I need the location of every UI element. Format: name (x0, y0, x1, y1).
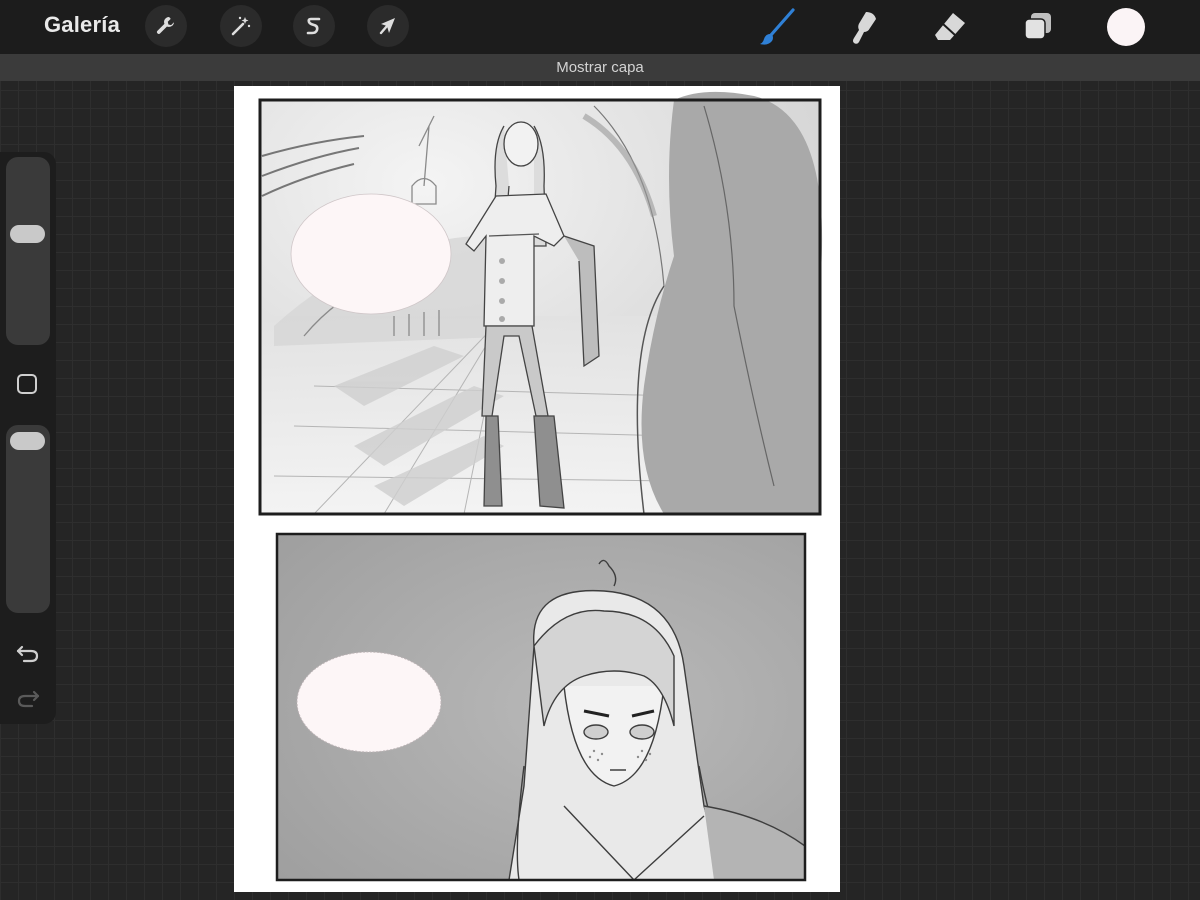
wrench-icon (156, 17, 174, 34)
opacity-thumb[interactable] (10, 432, 45, 450)
smudge-finger-icon (853, 12, 876, 44)
top-toolbar: Galería (0, 0, 1200, 54)
layers-button[interactable] (1016, 6, 1060, 48)
eraser-icon (935, 13, 965, 40)
transform-button[interactable] (367, 5, 409, 47)
drawing-canvas[interactable] (234, 86, 840, 892)
panel-bottom (275, 532, 807, 882)
layer-status-banner: Mostrar capa (0, 54, 1200, 81)
eraser-tool-button[interactable] (928, 6, 972, 48)
actions-button[interactable] (145, 5, 187, 47)
brush-size-thumb[interactable] (10, 225, 45, 243)
redo-arrow-icon (17, 690, 40, 708)
smudge-tool-button[interactable] (842, 6, 886, 48)
brush-tool-button[interactable] (755, 6, 799, 48)
panel-top (258, 91, 823, 516)
procreate-app: Galería Mostrar capa (0, 0, 1200, 900)
selection-s-icon (306, 17, 321, 35)
redo-button[interactable] (14, 686, 42, 710)
layers-icon (1024, 13, 1051, 40)
modify-button[interactable] (17, 374, 37, 394)
opacity-slider[interactable] (6, 425, 50, 613)
brush-size-slider[interactable] (6, 157, 50, 345)
adjustments-button[interactable] (220, 5, 262, 47)
undo-arrow-icon (16, 645, 39, 663)
comic-sketch (258, 91, 823, 882)
brush-icon (760, 8, 795, 45)
selection-button[interactable] (293, 5, 335, 47)
left-sidebar (0, 152, 56, 724)
arrow-cursor-icon (379, 18, 395, 35)
gallery-button[interactable]: Galería (44, 12, 120, 38)
speech-bubble-bottom (296, 651, 442, 753)
magic-wand-icon (231, 16, 251, 36)
banner-text: Mostrar capa (556, 59, 644, 76)
color-picker-button[interactable] (1107, 8, 1145, 46)
speech-bubble-top (290, 193, 452, 315)
undo-button[interactable] (14, 641, 42, 665)
